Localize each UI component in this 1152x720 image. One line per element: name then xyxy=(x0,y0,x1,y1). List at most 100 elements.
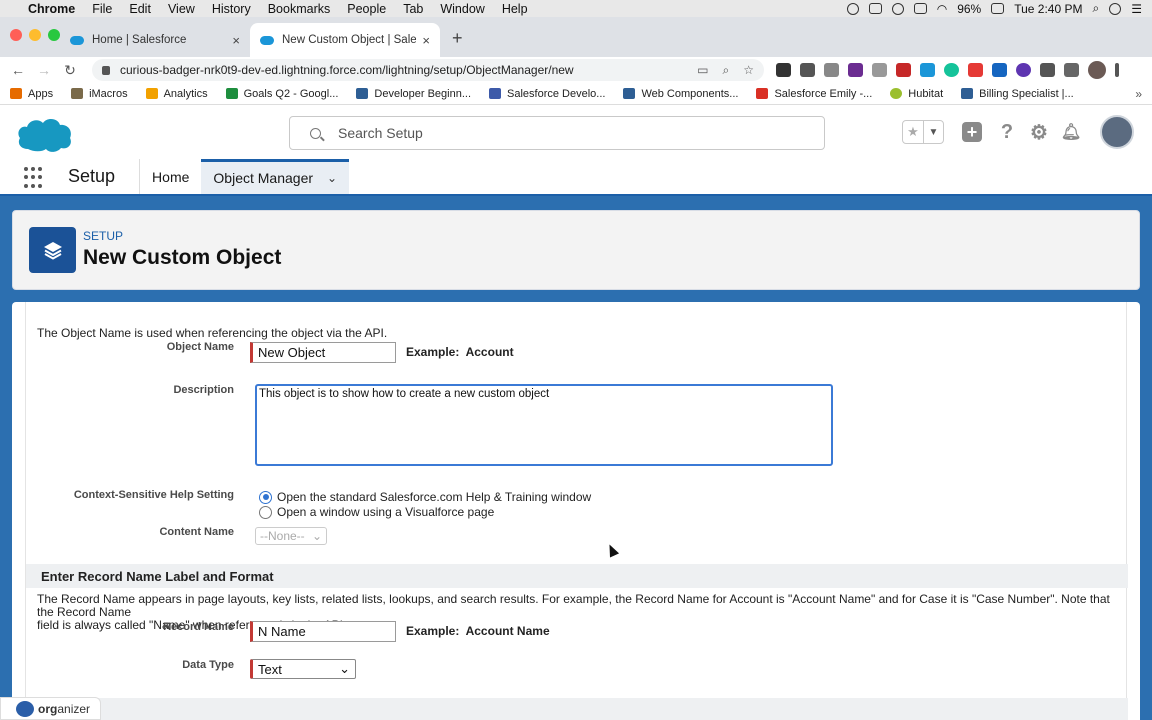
app-launcher-icon[interactable] xyxy=(24,167,46,189)
zoom-icon[interactable]: ⌕ xyxy=(723,63,730,78)
spotlight-icon[interactable]: ⌕ xyxy=(1093,1,1100,16)
global-actions-icon[interactable]: + xyxy=(962,122,982,142)
bookmark-salesforce-developer[interactable]: Salesforce Develo... xyxy=(489,88,605,100)
new-tab-button[interactable]: + xyxy=(452,28,463,49)
lock-icon[interactable] xyxy=(102,65,110,75)
url-bar[interactable]: curious-badger-nrk0t9-dev-ed.lightning.f… xyxy=(92,59,764,81)
reload-icon[interactable]: ↻ xyxy=(60,62,80,79)
notifications-bell-icon[interactable]: 🔔︎ xyxy=(1060,121,1082,143)
extension-icon[interactable] xyxy=(872,63,887,77)
bookmark-web-components[interactable]: Web Components... xyxy=(623,88,738,100)
bookmark-label: Billing Specialist |... xyxy=(979,87,1074,100)
menu-edit[interactable]: Edit xyxy=(129,2,151,16)
example-label: Example: xyxy=(406,624,460,638)
battery-icon[interactable] xyxy=(991,3,1005,14)
content-name-select[interactable]: --None-- ⌄ xyxy=(255,527,327,545)
menu-tab[interactable]: Tab xyxy=(403,2,423,16)
minimize-window-button[interactable] xyxy=(29,29,41,41)
header-actions: ★ ▼ + ? ⚙ 🔔︎ xyxy=(902,105,1152,159)
bookmark-goals[interactable]: Goals Q2 - Googl... xyxy=(225,88,338,100)
menu-window[interactable]: Window xyxy=(440,2,484,16)
form-card: The Object Name is used when referencing… xyxy=(12,302,1140,720)
search-setup-input[interactable]: Search Setup xyxy=(289,116,825,150)
close-window-button[interactable] xyxy=(10,29,22,41)
app-navigation-bar: Setup Home Object Manager ⌄ xyxy=(0,159,1152,197)
forward-icon[interactable]: → xyxy=(34,62,54,78)
setup-gear-icon[interactable]: ⚙ xyxy=(1028,121,1050,144)
description-textarea[interactable]: This object is to show how to create a n… xyxy=(255,384,833,466)
extension-icon[interactable] xyxy=(824,63,839,77)
bookmark-apps[interactable]: Apps xyxy=(10,88,53,100)
help-option-standard[interactable]: Open the standard Salesforce.com Help & … xyxy=(259,490,591,504)
salesforce-favicon xyxy=(260,35,274,45)
siri-icon[interactable] xyxy=(1109,2,1122,15)
bookmark-billing-specialist[interactable]: Billing Specialist |... xyxy=(961,88,1074,100)
extension-icon[interactable] xyxy=(944,63,959,77)
data-type-select[interactable]: Text ⌄ xyxy=(250,659,356,679)
favorite-star-icon[interactable]: ★ xyxy=(903,121,923,143)
salesforce-logo[interactable] xyxy=(16,115,74,155)
extension-icon[interactable] xyxy=(968,63,983,77)
wifi-icon[interactable]: ◠ xyxy=(937,2,947,16)
extension-icon[interactable] xyxy=(848,63,863,77)
organizer-extension-tab[interactable]: org anizer xyxy=(0,697,101,720)
record-name-input[interactable] xyxy=(250,621,396,642)
record-icon[interactable] xyxy=(846,2,859,15)
dnd-icon[interactable] xyxy=(891,2,904,15)
nav-item-object-manager[interactable]: Object Manager ⌄ xyxy=(201,159,350,194)
bookmark-star-icon[interactable]: ☆ xyxy=(743,63,754,78)
bookmark-developer-beginner[interactable]: Developer Beginn... xyxy=(356,88,471,100)
profile-avatar[interactable] xyxy=(1088,61,1106,79)
zoom-window-button[interactable] xyxy=(48,29,60,41)
bookmark-analytics[interactable]: Analytics xyxy=(145,88,208,100)
extension-icon[interactable] xyxy=(776,63,791,77)
help-option-visualforce[interactable]: Open a window using a Visualforce page xyxy=(259,505,494,519)
extension-icon[interactable] xyxy=(920,63,935,77)
close-tab-icon[interactable]: × xyxy=(232,33,240,48)
puzzle-icon[interactable] xyxy=(1040,63,1055,77)
bookmarks-overflow-icon[interactable]: » xyxy=(1135,87,1142,101)
extension-icon[interactable] xyxy=(992,63,1007,77)
salesforce-favicon xyxy=(70,35,84,45)
extension-icon[interactable] xyxy=(800,63,815,77)
bookmark-imacros[interactable]: iMacros xyxy=(71,88,128,100)
radio-label: Open the standard Salesforce.com Help & … xyxy=(277,490,592,504)
radio-unselected[interactable] xyxy=(259,505,272,519)
clock[interactable]: Tue 2:40 PM xyxy=(1014,2,1082,16)
extension-icon[interactable] xyxy=(1016,63,1031,77)
bookmark-salesforce-emily[interactable]: Salesforce Emily -... xyxy=(756,88,872,100)
browser-tab-home[interactable]: Home | Salesforce × xyxy=(60,23,250,57)
extension-icon[interactable] xyxy=(896,63,911,77)
breadcrumb[interactable]: SETUP xyxy=(83,229,123,243)
object-name-input[interactable] xyxy=(250,342,396,363)
url-text[interactable]: curious-badger-nrk0t9-dev-ed.lightning.f… xyxy=(120,63,697,77)
layers-icon xyxy=(29,227,76,273)
chevron-down-icon: ⌄ xyxy=(311,529,322,543)
radio-selected[interactable] xyxy=(259,490,272,504)
chevron-down-icon[interactable]: ⌄ xyxy=(327,171,337,185)
back-icon[interactable]: ← xyxy=(8,62,28,78)
menu-view[interactable]: View xyxy=(168,2,195,16)
airplay-icon[interactable] xyxy=(913,3,927,14)
menu-file[interactable]: File xyxy=(92,2,112,16)
kebab-menu-icon[interactable] xyxy=(1115,63,1119,77)
menu-history[interactable]: History xyxy=(212,2,251,16)
battery-percent[interactable]: 96% xyxy=(957,2,981,16)
reading-list-icon[interactable] xyxy=(1064,63,1079,77)
nav-item-home[interactable]: Home xyxy=(140,159,201,194)
cloud-status-icon[interactable] xyxy=(868,3,882,14)
cast-icon[interactable]: ▭ xyxy=(697,63,708,78)
help-icon[interactable]: ? xyxy=(996,121,1018,143)
favorites-dropdown-icon[interactable]: ▼ xyxy=(923,121,943,143)
control-center-icon[interactable]: ☰ xyxy=(1131,2,1142,16)
bookmark-hubitat[interactable]: Hubitat xyxy=(890,88,943,100)
user-avatar[interactable] xyxy=(1100,115,1134,149)
close-tab-icon[interactable]: × xyxy=(422,33,430,48)
bookmarks-bar: Apps iMacros Analytics Goals Q2 - Googl.… xyxy=(0,83,1152,105)
browser-tab-new-custom-object[interactable]: New Custom Object | Salesforce × xyxy=(250,23,440,57)
menu-help[interactable]: Help xyxy=(502,2,528,16)
menu-people[interactable]: People xyxy=(347,2,386,16)
menu-bookmarks[interactable]: Bookmarks xyxy=(268,2,331,16)
menu-app-name[interactable]: Chrome xyxy=(28,2,75,16)
description-label: Description xyxy=(173,384,234,396)
